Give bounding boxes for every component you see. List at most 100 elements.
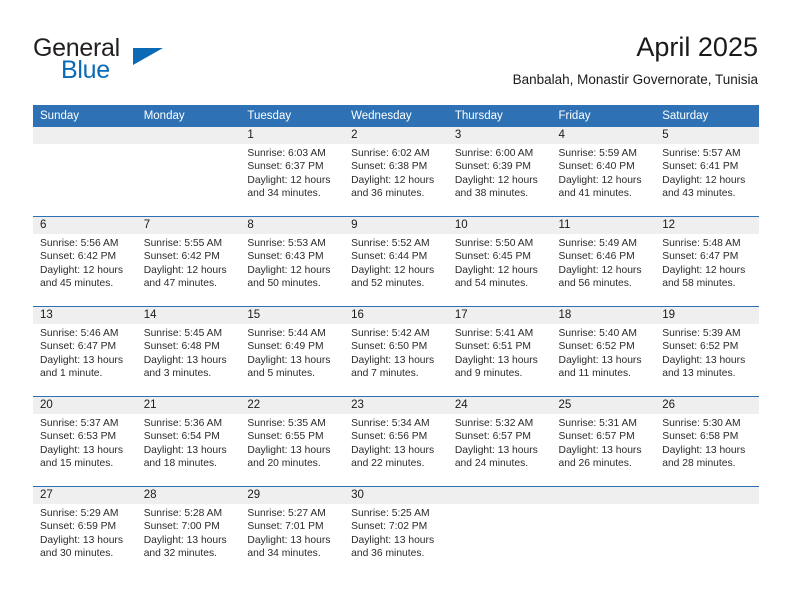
daylight-text-line1: Daylight: 12 hours [558,264,642,276]
calendar-cell[interactable]: 15 Sunrise: 5:44 AM Sunset: 6:49 PM Dayligh… [240,306,345,397]
daylight-text-line2: and 34 minutes. [247,547,321,559]
sunset-text: Sunset: 7:01 PM [247,521,324,533]
sunrise-text: Sunrise: 6:02 AM [351,148,430,159]
day-number: 6 [33,217,137,234]
calendar-cell[interactable]: 28 Sunrise: 5:28 AM Sunset: 7:00 PM Dayligh… [136,486,241,576]
daylight-text-line2: and 24 minutes. [454,457,529,469]
day-number: 25 [551,397,656,414]
week-row: 20 Sunrise: 5:37 AM Sunset: 6:53 PM Dayligh… [33,396,759,487]
page-subtitle: Banbalah, Monastir Governorate, Tunisia [512,72,758,87]
sunset-text: Sunset: 6:49 PM [247,341,324,353]
week-row: 6 Sunrise: 5:56 AM Sunset: 6:42 PM Daylight… [33,216,759,307]
sunrise-text: Sunrise: 5:59 AM [558,148,637,159]
daylight-text-line1: Daylight: 13 hours [247,534,331,546]
day-number: 21 [136,397,241,414]
calendar-cell[interactable]: 22 Sunrise: 5:35 AM Sunset: 6:55 PM Dayligh… [240,396,345,487]
sunrise-text: Sunrise: 5:46 AM [40,328,119,339]
sunset-text: Sunset: 6:52 PM [662,341,739,353]
calendar-cell[interactable]: 26 Sunrise: 5:30 AM Sunset: 6:58 PM Dayligh… [655,396,759,487]
day-number: 10 [447,217,552,234]
sunset-text: Sunset: 6:57 PM [558,431,635,443]
calendar-cell[interactable]: 23 Sunrise: 5:34 AM Sunset: 6:56 PM Dayligh… [344,396,448,487]
daylight-text-line1: Daylight: 13 hours [143,534,227,546]
weekday-header-sunday: Sunday [33,105,137,127]
calendar-cell[interactable]: 8 Sunrise: 5:53 AM Sunset: 6:43 PM Daylight… [240,216,345,307]
calendar-cell[interactable]: 7 Sunrise: 5:55 AM Sunset: 6:42 PM Daylight… [136,216,241,307]
daylight-text-line2: and 56 minutes. [558,277,632,289]
calendar-cell[interactable]: 16 Sunrise: 5:42 AM Sunset: 6:50 PM Dayligh… [344,306,448,397]
calendar-cell[interactable]: 13 Sunrise: 5:46 AM Sunset: 6:47 PM Dayligh… [33,306,137,397]
calendar-cell[interactable] [655,486,759,576]
sunrise-text: Sunrise: 5:34 AM [351,418,430,429]
sunset-text: Sunset: 6:46 PM [558,251,635,263]
daylight-text-line2: and 18 minutes. [143,457,217,469]
sunrise-text: Sunrise: 5:36 AM [143,418,223,429]
sunrise-text: Sunrise: 6:03 AM [247,148,326,159]
day-number: 4 [551,127,656,144]
calendar-cell[interactable]: 29 Sunrise: 5:27 AM Sunset: 7:01 PM Dayligh… [240,486,345,576]
daylight-text-line2: and 34 minutes. [247,187,321,199]
page-header: General Blue April 2025 Banbalah, Monast… [0,0,792,100]
calendar-cell[interactable]: 17 Sunrise: 5:41 AM Sunset: 6:51 PM Dayligh… [447,306,552,397]
calendar-cell[interactable]: 5 Sunrise: 5:57 AM Sunset: 6:41 PM Daylight… [655,127,759,217]
daylight-text-line1: Daylight: 12 hours [247,264,331,276]
daylight-text-line2: and 11 minutes. [558,367,632,379]
weekday-header-tuesday: Tuesday [240,105,345,127]
weekday-header-monday: Monday [136,105,241,127]
calendar-cell[interactable]: 30 Sunrise: 5:25 AM Sunset: 7:02 PM Dayligh… [344,486,448,576]
day-number: 14 [136,307,241,324]
calendar-cell[interactable] [33,127,137,217]
calendar-cell[interactable]: 24 Sunrise: 5:32 AM Sunset: 6:57 PM Dayligh… [447,396,552,487]
daylight-text-line2: and 47 minutes. [143,277,217,289]
day-number: 2 [344,127,448,144]
daylight-text-line2: and 32 minutes. [143,547,217,559]
calendar-body: 1 Sunrise: 6:03 AM Sunset: 6:37 PM Daylight… [33,127,759,576]
calendar-cell[interactable]: 21 Sunrise: 5:36 AM Sunset: 6:54 PM Dayligh… [136,396,241,487]
sunset-text: Sunset: 6:44 PM [351,251,428,263]
calendar-cell[interactable] [136,127,241,217]
sunrise-text: Sunrise: 5:28 AM [143,508,223,519]
daylight-text-line2: and 7 minutes. [351,367,419,379]
calendar-cell[interactable]: 1 Sunrise: 6:03 AM Sunset: 6:37 PM Daylight… [240,127,345,217]
daylight-text-line1: Daylight: 13 hours [454,354,538,366]
calendar-cell[interactable] [551,486,656,576]
sunset-text: Sunset: 6:39 PM [454,161,531,173]
weekday-header-thursday: Thursday [447,105,552,127]
calendar-cell[interactable]: 12 Sunrise: 5:48 AM Sunset: 6:47 PM Dayligh… [655,216,759,307]
calendar-cell[interactable]: 2 Sunrise: 6:02 AM Sunset: 6:38 PM Daylight… [344,127,448,217]
calendar-header-row-group: Sunday Monday Tuesday Wednesday Thursday… [33,105,759,127]
calendar-cell[interactable]: 4 Sunrise: 5:59 AM Sunset: 6:40 PM Daylight… [551,127,656,217]
calendar-cell[interactable]: 6 Sunrise: 5:56 AM Sunset: 6:42 PM Daylight… [33,216,137,307]
daylight-text-line1: Daylight: 13 hours [247,444,331,456]
calendar-cell[interactable]: 20 Sunrise: 5:37 AM Sunset: 6:53 PM Dayligh… [33,396,137,487]
daylight-text-line1: Daylight: 13 hours [40,354,123,366]
calendar-cell[interactable]: 19 Sunrise: 5:39 AM Sunset: 6:52 PM Dayligh… [655,306,759,397]
day-number: 8 [240,217,345,234]
day-number: 5 [655,127,759,144]
general-blue-logo[interactable]: General Blue [33,34,263,86]
calendar-cell[interactable]: 10 Sunrise: 5:50 AM Sunset: 6:45 PM Dayligh… [447,216,552,307]
calendar-cell[interactable]: 25 Sunrise: 5:31 AM Sunset: 6:57 PM Dayligh… [551,396,656,487]
calendar-cell[interactable]: 14 Sunrise: 5:45 AM Sunset: 6:48 PM Dayligh… [136,306,241,397]
daylight-text-line2: and 50 minutes. [247,277,321,289]
daylight-text-line1: Daylight: 13 hours [40,444,123,456]
calendar-cell[interactable] [447,486,552,576]
sunset-text: Sunset: 6:58 PM [662,431,739,443]
sunset-text: Sunset: 6:42 PM [143,251,220,263]
day-number: 3 [447,127,552,144]
daylight-text-line1: Daylight: 12 hours [454,174,538,186]
day-number [655,487,759,504]
calendar-cell[interactable]: 27 Sunrise: 5:29 AM Sunset: 6:59 PM Dayligh… [33,486,137,576]
calendar-cell[interactable]: 9 Sunrise: 5:52 AM Sunset: 6:44 PM Daylight… [344,216,448,307]
calendar-cell[interactable]: 11 Sunrise: 5:49 AM Sunset: 6:46 PM Dayligh… [551,216,656,307]
daylight-text-line1: Daylight: 13 hours [662,444,746,456]
sunset-text: Sunset: 6:51 PM [454,341,531,353]
sunset-text: Sunset: 6:54 PM [143,431,220,443]
week-row: 27 Sunrise: 5:29 AM Sunset: 6:59 PM Dayligh… [33,486,759,576]
calendar-cell[interactable]: 18 Sunrise: 5:40 AM Sunset: 6:52 PM Dayligh… [551,306,656,397]
daylight-text-line1: Daylight: 12 hours [558,174,642,186]
daylight-text-line1: Daylight: 13 hours [351,534,435,546]
sunrise-text: Sunrise: 5:31 AM [558,418,637,429]
calendar-cell[interactable]: 3 Sunrise: 6:00 AM Sunset: 6:39 PM Daylight… [447,127,552,217]
daylight-text-line2: and 22 minutes. [351,457,425,469]
